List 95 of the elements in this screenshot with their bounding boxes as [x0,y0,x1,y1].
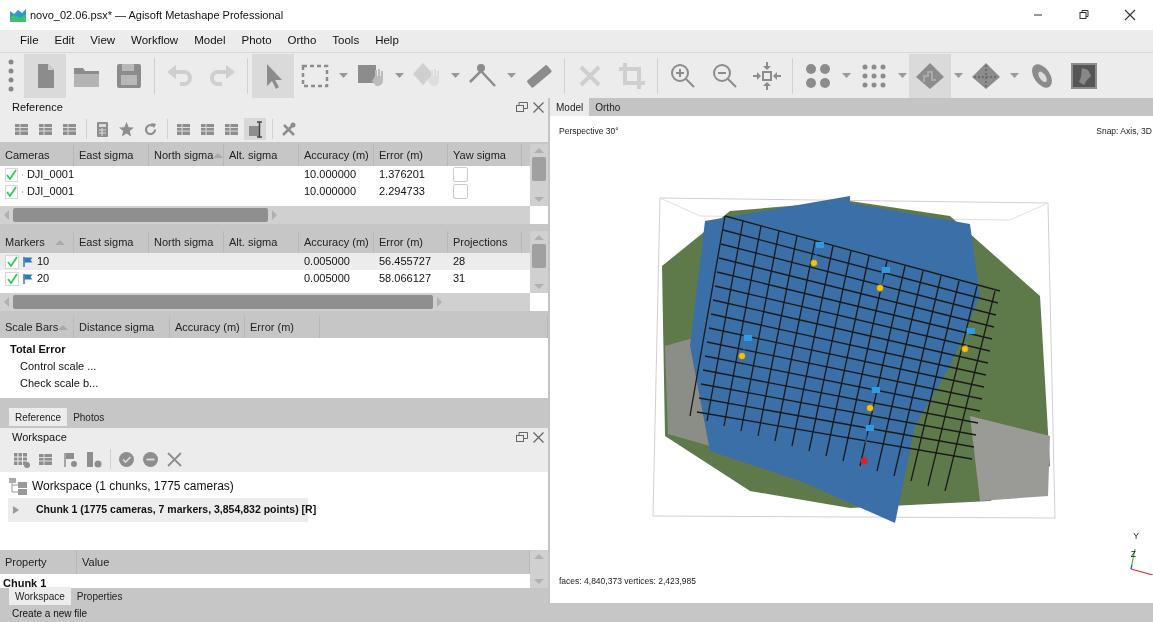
table-cell-text: 56.455727 [378,254,432,270]
table-cell-text: 10.000000 [303,167,357,183]
row-name: DJI_0001 [26,167,74,183]
scrollbar-corner [530,293,548,311]
caret-right-icon [12,506,20,514]
menu-item[interactable]: Workflow [123,30,187,52]
table-cell-text: 31 [452,271,467,287]
caret-icon [338,73,348,78]
checkbox[interactable] [5,167,18,182]
caret-icon [953,73,963,78]
table-row[interactable]: 10 0.005000 56.455727 28 [0,253,530,270]
panel-title: Reference [12,99,63,115]
panel-tab[interactable]: Reference [9,408,68,426]
checkbox[interactable] [5,271,19,286]
table-cell-text: 0.005000 [303,254,351,270]
axis-label: Z [1130,548,1136,561]
table-cell-text: 28 [452,254,467,270]
table-row[interactable]: 20 0.005000 58.066127 31 [0,270,530,287]
menu-item[interactable]: Photo [233,30,280,52]
mesh-stats: faces: 4,840,373 vertices: 2,423,985 [559,575,697,588]
minus-circle-icon [141,450,159,468]
vertical-scrollbar[interactable] [530,231,548,293]
cross-icon [165,450,183,468]
vertical-scrollbar[interactable] [530,144,548,206]
property-group: Chunk 1 [0,577,47,589]
add-scale-bar-icon [84,450,102,468]
view-tab[interactable]: Ortho [589,98,627,116]
star-icon [117,120,135,138]
restore-icon [1078,9,1090,21]
checkbox[interactable] [5,254,19,269]
window-title: novo_02.06.psx* — Agisoft Metashape Professional [30,7,284,23]
table-cell-text: 58.066127 [378,271,432,287]
scrollbar-corner [530,206,548,224]
menu-item[interactable]: Edit [46,30,83,52]
add-chunk-icon [12,450,30,468]
table-row[interactable]: DJI_0001 10.000000 1.376201 [0,166,530,183]
checkmark-icon [6,186,17,197]
menu-item[interactable]: Model [186,30,234,52]
caret-icon [1009,73,1019,78]
toolbar-grip-icon [8,57,14,94]
table-cell-text: 2.294733 [378,184,426,200]
close-icon [1124,9,1136,21]
row-name: 20 [37,271,50,287]
menu-item[interactable]: Tools [324,30,368,52]
panel-title: Workspace [12,429,67,445]
checkmark-icon [6,273,18,284]
horizontal-scrollbar[interactable] [0,206,530,224]
menu-item[interactable]: Help [367,30,407,52]
caret-icon [394,73,404,78]
projection-label: Perspective 30° [559,125,619,138]
status-text: Create a new file [12,607,88,621]
horizontal-scrollbar[interactable] [0,293,530,311]
tree-item[interactable]: Chunk 1 (1775 cameras, 7 markers, 3,854,832 points) [R] [36,502,317,518]
table-cell-text: 0.005000 [303,271,351,287]
input-field[interactable] [453,167,468,182]
tree-item[interactable]: Total Error [10,341,538,358]
caret-icon [450,73,460,78]
flag-icon [23,273,33,284]
axis-label: Y [1133,530,1139,543]
row-name: 10 [37,254,50,270]
close-icon[interactable] [533,101,544,113]
checkbox[interactable] [5,184,18,199]
caret-icon [897,73,907,78]
text-cursor-icon [246,120,264,138]
menu-item[interactable]: View [82,30,124,52]
table-row[interactable]: DJI_0001 10.000000 2.294733 [0,183,530,200]
check-icon [117,450,135,468]
row-name: DJI_0001 [26,184,74,200]
expand-toggle[interactable] [12,506,20,514]
tree-item[interactable]: Check scale b... [10,375,538,392]
checkmark-icon [6,256,18,267]
menu-item[interactable]: Ortho [279,30,325,52]
tree-item[interactable]: Control scale ... [10,358,538,375]
float-icon[interactable] [516,432,528,442]
folder-tree-icon [8,477,28,495]
tree-item[interactable]: Workspace (1 chunks, 1775 cameras) [32,477,234,495]
close-icon[interactable] [533,431,544,443]
panel-tab[interactable]: Photos [67,408,111,426]
view-tab[interactable]: Model [550,98,590,116]
table-cell-text: 10.000000 [303,184,357,200]
snap-label: Snap: Axis, 3D [1096,125,1152,138]
checkmark-icon [6,169,17,180]
table-cell-text: 1.376201 [378,167,426,183]
fit-arrows-icon [751,59,783,92]
flag-icon [23,256,33,267]
float-icon[interactable] [516,102,528,112]
input-field[interactable] [453,184,468,199]
app-logo-icon [10,8,26,22]
panel-tab[interactable]: Workspace [9,587,71,605]
panel-tab[interactable]: Properties [70,587,129,605]
toolbar-button[interactable] [244,118,266,140]
vertical-scrollbar[interactable] [530,550,548,588]
menu-item[interactable]: File [12,30,47,52]
caret-icon [841,73,851,78]
caret-icon [506,73,516,78]
